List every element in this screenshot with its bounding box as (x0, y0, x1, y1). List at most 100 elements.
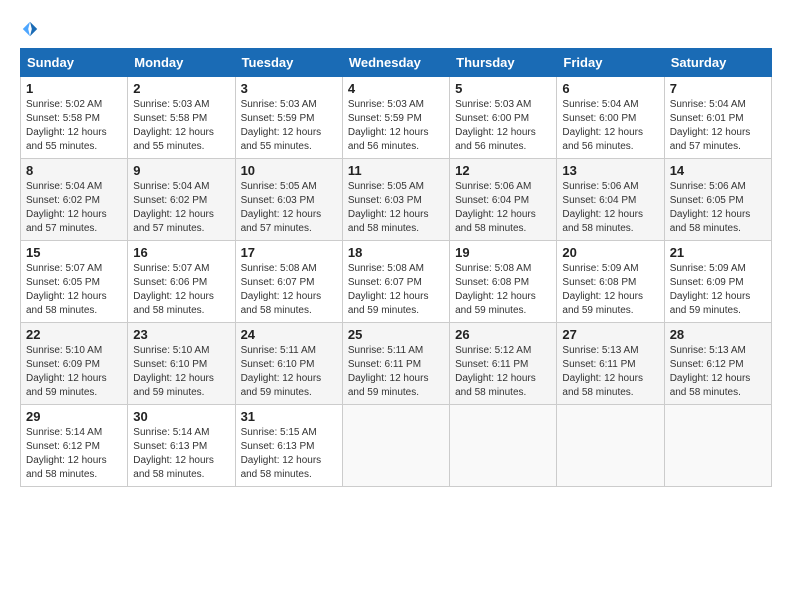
sunrise-text: Sunrise: 5:12 AM (455, 345, 531, 356)
sunset-text: Sunset: 6:11 PM (562, 359, 635, 370)
sunrise-text: Sunrise: 5:11 AM (241, 345, 316, 356)
calendar-cell: 27 Sunrise: 5:13 AM Sunset: 6:11 PM Dayl… (557, 323, 664, 405)
day-number: 11 (348, 163, 444, 178)
day-number: 4 (348, 81, 444, 96)
daylight-text: Daylight: 12 hours and 59 minutes. (562, 291, 643, 316)
sunrise-text: Sunrise: 5:02 AM (26, 99, 102, 110)
daylight-text: Daylight: 12 hours and 59 minutes. (670, 291, 751, 316)
sunset-text: Sunset: 6:12 PM (670, 359, 744, 370)
sunrise-text: Sunrise: 5:10 AM (26, 345, 102, 356)
daylight-text: Daylight: 12 hours and 55 minutes. (241, 127, 322, 152)
calendar-week-1: 1 Sunrise: 5:02 AM Sunset: 5:58 PM Dayli… (21, 77, 772, 159)
calendar-cell: 14 Sunrise: 5:06 AM Sunset: 6:05 PM Dayl… (664, 159, 771, 241)
day-number: 21 (670, 245, 766, 260)
day-number: 15 (26, 245, 122, 260)
day-info: Sunrise: 5:11 AM Sunset: 6:10 PM Dayligh… (241, 344, 337, 400)
sunset-text: Sunset: 6:02 PM (26, 195, 100, 206)
day-number: 26 (455, 327, 551, 342)
calendar-cell: 11 Sunrise: 5:05 AM Sunset: 6:03 PM Dayl… (342, 159, 449, 241)
day-info: Sunrise: 5:13 AM Sunset: 6:11 PM Dayligh… (562, 344, 658, 400)
sunset-text: Sunset: 6:13 PM (241, 441, 315, 452)
calendar-cell: 25 Sunrise: 5:11 AM Sunset: 6:11 PM Dayl… (342, 323, 449, 405)
daylight-text: Daylight: 12 hours and 58 minutes. (26, 455, 107, 480)
daylight-text: Daylight: 12 hours and 59 minutes. (348, 291, 429, 316)
day-info: Sunrise: 5:03 AM Sunset: 6:00 PM Dayligh… (455, 98, 551, 154)
calendar-week-2: 8 Sunrise: 5:04 AM Sunset: 6:02 PM Dayli… (21, 159, 772, 241)
calendar-cell: 28 Sunrise: 5:13 AM Sunset: 6:12 PM Dayl… (664, 323, 771, 405)
sunset-text: Sunset: 6:08 PM (455, 277, 529, 288)
day-info: Sunrise: 5:12 AM Sunset: 6:11 PM Dayligh… (455, 344, 551, 400)
day-info: Sunrise: 5:10 AM Sunset: 6:09 PM Dayligh… (26, 344, 122, 400)
calendar-week-3: 15 Sunrise: 5:07 AM Sunset: 6:05 PM Dayl… (21, 241, 772, 323)
sunrise-text: Sunrise: 5:04 AM (26, 181, 102, 192)
daylight-text: Daylight: 12 hours and 59 minutes. (26, 373, 107, 398)
day-info: Sunrise: 5:10 AM Sunset: 6:10 PM Dayligh… (133, 344, 229, 400)
daylight-text: Daylight: 12 hours and 55 minutes. (26, 127, 107, 152)
calendar-cell: 20 Sunrise: 5:09 AM Sunset: 6:08 PM Dayl… (557, 241, 664, 323)
calendar-cell: 2 Sunrise: 5:03 AM Sunset: 5:58 PM Dayli… (128, 77, 235, 159)
day-number: 12 (455, 163, 551, 178)
calendar-cell: 6 Sunrise: 5:04 AM Sunset: 6:00 PM Dayli… (557, 77, 664, 159)
sunset-text: Sunset: 6:11 PM (348, 359, 421, 370)
daylight-text: Daylight: 12 hours and 58 minutes. (562, 373, 643, 398)
day-info: Sunrise: 5:11 AM Sunset: 6:11 PM Dayligh… (348, 344, 444, 400)
day-info: Sunrise: 5:14 AM Sunset: 6:12 PM Dayligh… (26, 426, 122, 482)
calendar-cell: 15 Sunrise: 5:07 AM Sunset: 6:05 PM Dayl… (21, 241, 128, 323)
day-info: Sunrise: 5:08 AM Sunset: 6:07 PM Dayligh… (241, 262, 337, 318)
daylight-text: Daylight: 12 hours and 59 minutes. (455, 291, 536, 316)
day-number: 29 (26, 409, 122, 424)
calendar-header-sunday: Sunday (21, 49, 128, 77)
daylight-text: Daylight: 12 hours and 58 minutes. (670, 209, 751, 234)
calendar-cell: 10 Sunrise: 5:05 AM Sunset: 6:03 PM Dayl… (235, 159, 342, 241)
sunset-text: Sunset: 6:05 PM (26, 277, 100, 288)
calendar-cell (557, 405, 664, 487)
day-info: Sunrise: 5:08 AM Sunset: 6:07 PM Dayligh… (348, 262, 444, 318)
daylight-text: Daylight: 12 hours and 59 minutes. (348, 373, 429, 398)
daylight-text: Daylight: 12 hours and 56 minutes. (562, 127, 643, 152)
day-info: Sunrise: 5:07 AM Sunset: 6:05 PM Dayligh… (26, 262, 122, 318)
day-info: Sunrise: 5:09 AM Sunset: 6:08 PM Dayligh… (562, 262, 658, 318)
calendar-cell: 23 Sunrise: 5:10 AM Sunset: 6:10 PM Dayl… (128, 323, 235, 405)
sunset-text: Sunset: 6:02 PM (133, 195, 207, 206)
calendar-cell: 26 Sunrise: 5:12 AM Sunset: 6:11 PM Dayl… (450, 323, 557, 405)
daylight-text: Daylight: 12 hours and 58 minutes. (455, 373, 536, 398)
day-info: Sunrise: 5:14 AM Sunset: 6:13 PM Dayligh… (133, 426, 229, 482)
day-info: Sunrise: 5:08 AM Sunset: 6:08 PM Dayligh… (455, 262, 551, 318)
sunrise-text: Sunrise: 5:07 AM (133, 263, 209, 274)
sunrise-text: Sunrise: 5:11 AM (348, 345, 423, 356)
day-info: Sunrise: 5:03 AM Sunset: 5:59 PM Dayligh… (241, 98, 337, 154)
sunrise-text: Sunrise: 5:03 AM (455, 99, 531, 110)
day-info: Sunrise: 5:04 AM Sunset: 6:02 PM Dayligh… (26, 180, 122, 236)
calendar-cell: 13 Sunrise: 5:06 AM Sunset: 6:04 PM Dayl… (557, 159, 664, 241)
day-info: Sunrise: 5:07 AM Sunset: 6:06 PM Dayligh… (133, 262, 229, 318)
sunset-text: Sunset: 6:05 PM (670, 195, 744, 206)
day-number: 18 (348, 245, 444, 260)
day-number: 10 (241, 163, 337, 178)
day-info: Sunrise: 5:05 AM Sunset: 6:03 PM Dayligh… (348, 180, 444, 236)
day-number: 30 (133, 409, 229, 424)
sunset-text: Sunset: 6:01 PM (670, 113, 744, 124)
day-info: Sunrise: 5:06 AM Sunset: 6:04 PM Dayligh… (455, 180, 551, 236)
calendar-cell: 24 Sunrise: 5:11 AM Sunset: 6:10 PM Dayl… (235, 323, 342, 405)
sunrise-text: Sunrise: 5:13 AM (670, 345, 746, 356)
daylight-text: Daylight: 12 hours and 58 minutes. (26, 291, 107, 316)
calendar-cell: 1 Sunrise: 5:02 AM Sunset: 5:58 PM Dayli… (21, 77, 128, 159)
daylight-text: Daylight: 12 hours and 58 minutes. (241, 455, 322, 480)
calendar-header-monday: Monday (128, 49, 235, 77)
sunrise-text: Sunrise: 5:05 AM (348, 181, 424, 192)
sunset-text: Sunset: 6:09 PM (670, 277, 744, 288)
sunrise-text: Sunrise: 5:08 AM (241, 263, 317, 274)
calendar-header-friday: Friday (557, 49, 664, 77)
day-info: Sunrise: 5:04 AM Sunset: 6:00 PM Dayligh… (562, 98, 658, 154)
calendar-cell: 18 Sunrise: 5:08 AM Sunset: 6:07 PM Dayl… (342, 241, 449, 323)
daylight-text: Daylight: 12 hours and 55 minutes. (133, 127, 214, 152)
daylight-text: Daylight: 12 hours and 58 minutes. (133, 455, 214, 480)
calendar-cell: 16 Sunrise: 5:07 AM Sunset: 6:06 PM Dayl… (128, 241, 235, 323)
calendar-cell: 22 Sunrise: 5:10 AM Sunset: 6:09 PM Dayl… (21, 323, 128, 405)
day-number: 8 (26, 163, 122, 178)
day-number: 24 (241, 327, 337, 342)
calendar-cell: 7 Sunrise: 5:04 AM Sunset: 6:01 PM Dayli… (664, 77, 771, 159)
calendar-cell: 29 Sunrise: 5:14 AM Sunset: 6:12 PM Dayl… (21, 405, 128, 487)
daylight-text: Daylight: 12 hours and 58 minutes. (455, 209, 536, 234)
sunrise-text: Sunrise: 5:04 AM (670, 99, 746, 110)
